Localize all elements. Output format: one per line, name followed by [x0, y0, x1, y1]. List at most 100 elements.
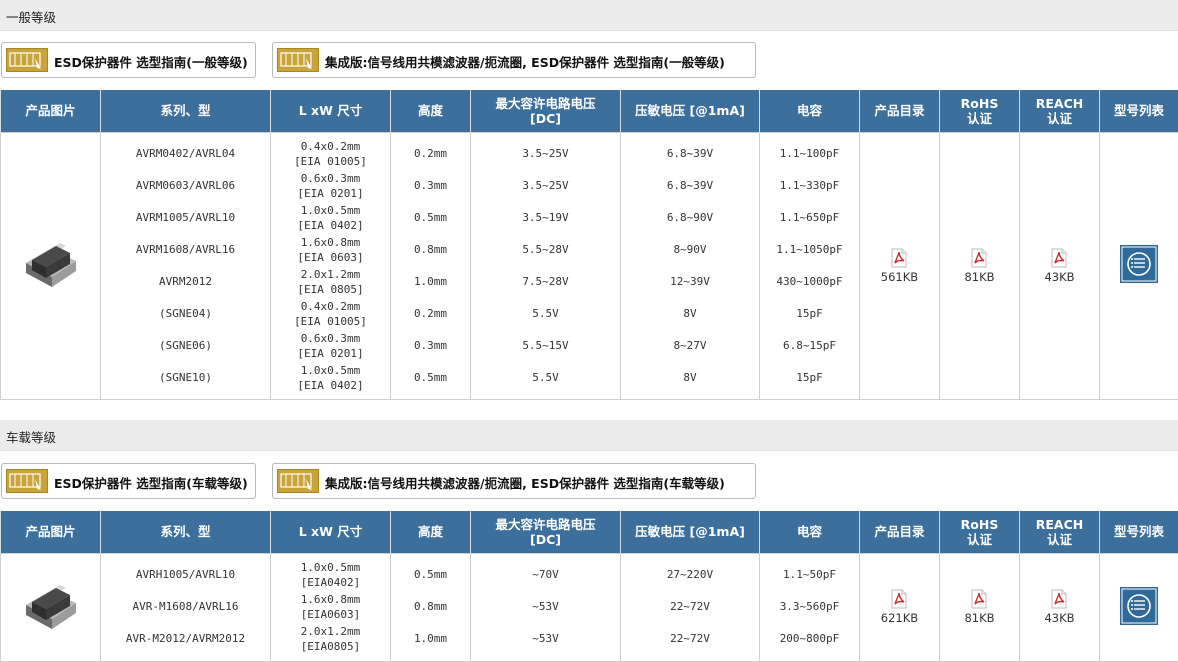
header-rohs: RoHS 认证 — [939, 511, 1020, 553]
varistor-value: 8V — [683, 370, 697, 384]
file-size: 43KB — [1044, 611, 1075, 625]
varistor-value: 6.8~90V — [666, 210, 714, 224]
pdf-icon — [891, 589, 907, 609]
size-value: 0.6x0.3mm [EIA 0201] — [297, 331, 364, 360]
catalog-pdf-link[interactable]: 561KB — [881, 248, 918, 284]
product-image-cell — [0, 552, 101, 662]
capacitance-value: 1.1~50pF — [783, 568, 836, 581]
size-value: 2.0x1.2mm [EIA0805] — [300, 625, 361, 653]
integrated-guide-button-general[interactable]: 集成版:信号线用共模滤波器/扼流圈, ESD保护器件 选型指南(一般等级) — [272, 42, 756, 78]
varistor-value: 6.8~39V — [666, 178, 714, 192]
voltage-value: ~53V — [532, 632, 559, 645]
file-size: 81KB — [964, 611, 995, 625]
series-value: AVR-M2012/AVRM2012 — [125, 632, 246, 645]
pdf-icon — [971, 589, 987, 609]
product-image-cell — [0, 131, 101, 400]
rohs-pdf-link[interactable]: 81KB — [964, 248, 995, 284]
pdf-icon — [1051, 248, 1067, 267]
series-value: AVRM1608/AVRL16 — [135, 242, 236, 256]
voltage-value: 5.5V — [532, 370, 559, 384]
varistor-value: 22~72V — [670, 600, 710, 613]
height-value: 0.8mm — [413, 600, 448, 613]
height-value: 0.2mm — [413, 146, 448, 160]
integrated-guide-button-automotive[interactable]: 集成版:信号线用共模滤波器/扼流圈, ESD保护器件 选型指南(车载等级) — [272, 463, 756, 499]
voltage-value: 3.5~25V — [522, 178, 569, 192]
height-value: 0.5mm — [413, 210, 448, 224]
size-value: 0.4x0.2mm [EIA 01005] — [294, 139, 367, 168]
catalog-pdf-link[interactable]: 621KB — [881, 589, 918, 625]
reach-pdf-link[interactable]: 43KB — [1044, 248, 1075, 284]
table-header-row: 产品图片 系列、型 L xW 尺寸 高度 最大容许电路电压 [DC] 压敏电压 … — [0, 90, 1178, 132]
capacitance-value: 15pF — [796, 306, 823, 320]
chip-varistor-image — [25, 584, 76, 629]
reach-pdf-link[interactable]: 43KB — [1044, 589, 1075, 625]
model-list-icon — [1120, 586, 1158, 625]
series-value: AVRM0402/AVRL04 — [135, 146, 236, 160]
height-value: 0.8mm — [413, 242, 448, 256]
series-value: AVRH1005/AVRL10 — [135, 568, 236, 581]
table-row: AVRH1005/AVRL10 AVR-M1608/AVRL16 AVR-M20… — [0, 552, 1178, 662]
varistor-value: 6.8~39V — [666, 146, 714, 160]
guide-book-icon — [6, 469, 48, 493]
capacitance-value: 15pF — [796, 370, 823, 384]
size-value: 1.0x0.5mm [EIA 0402] — [297, 363, 364, 392]
guide-label: ESD保护器件 选型指南(车载等级) — [54, 476, 248, 491]
pdf-icon — [891, 248, 907, 267]
model-list-button[interactable] — [1119, 244, 1159, 287]
guide-book-icon — [6, 48, 48, 72]
file-size: 81KB — [964, 269, 995, 284]
pdf-icon — [1051, 589, 1067, 609]
chip-varistor-image — [25, 243, 76, 287]
series-value: (SGNE06) — [159, 338, 212, 352]
header-max-voltage: 最大容许电路电压 [DC] — [470, 511, 621, 553]
capacitance-value: 1.1~1050pF — [776, 242, 843, 256]
esd-guide-button-automotive[interactable]: ESD保护器件 选型指南(车载等级) — [1, 463, 256, 499]
height-value: 0.5mm — [413, 568, 448, 581]
size-value: 1.0x0.5mm [EIA 0402] — [297, 203, 364, 232]
capacitance-value: 1.1~100pF — [779, 146, 840, 160]
voltage-value: 5.5V — [532, 306, 559, 320]
rohs-pdf-link[interactable]: 81KB — [964, 589, 995, 625]
header-size: L xW 尺寸 — [270, 511, 391, 553]
header-varistor-voltage: 压敏电压 [@1mA] — [620, 90, 760, 132]
pdf-icon — [971, 248, 987, 267]
size-value: 1.6x0.8mm [EIA 0603] — [297, 235, 364, 264]
header-rohs: RoHS 认证 — [939, 90, 1020, 132]
voltage-value: 3.5~25V — [522, 146, 569, 160]
header-capacitance: 电容 — [759, 511, 860, 553]
header-max-voltage: 最大容许电路电压 [DC] — [470, 90, 621, 132]
guide-label: 集成版:信号线用共模滤波器/扼流圈, ESD保护器件 选型指南(车载等级) — [325, 476, 725, 491]
header-reach: REACH 认证 — [1019, 90, 1100, 132]
section-title: 一般等级 — [6, 10, 57, 25]
header-image: 产品图片 — [0, 90, 101, 132]
guide-book-icon — [277, 469, 319, 493]
spec-table-automotive: 产品图片 系列、型 L xW 尺寸 高度 最大容许电路电压 [DC] 压敏电压 … — [0, 511, 1178, 662]
header-catalog: 产品目录 — [859, 90, 940, 132]
size-value: 1.0x0.5mm [EIA0402] — [300, 561, 361, 589]
series-value: AVRM0603/AVRL06 — [135, 178, 236, 192]
varistor-value: 8~90V — [673, 242, 707, 256]
header-model-list: 型号列表 — [1099, 511, 1178, 553]
height-value: 0.5mm — [413, 370, 448, 384]
series-value: AVR-M1608/AVRL16 — [132, 600, 239, 613]
size-value: 1.6x0.8mm [EIA0603] — [300, 593, 361, 621]
varistor-value: 8V — [683, 306, 697, 320]
voltage-value: 7.5~28V — [522, 274, 569, 288]
header-model-list: 型号列表 — [1099, 90, 1178, 132]
series-value: (SGNE10) — [159, 370, 212, 384]
section-bar-general: 一般等级 — [0, 0, 1178, 31]
header-capacitance: 电容 — [759, 90, 860, 132]
capacitance-value: 1.1~330pF — [779, 178, 840, 192]
esd-guide-button-general[interactable]: ESD保护器件 选型指南(一般等级) — [1, 42, 256, 78]
file-size: 621KB — [880, 611, 919, 625]
size-value: 2.0x1.2mm [EIA 0805] — [297, 267, 364, 296]
height-value: 0.3mm — [413, 338, 448, 352]
capacitance-value: 1.1~650pF — [779, 210, 840, 224]
voltage-value: ~53V — [532, 600, 559, 613]
capacitance-value: 430~1000pF — [776, 274, 843, 288]
voltage-value: 5.5~15V — [522, 338, 569, 352]
voltage-value: 3.5~19V — [522, 210, 569, 224]
model-list-button[interactable] — [1119, 586, 1159, 629]
size-value: 0.4x0.2mm [EIA 01005] — [294, 299, 367, 328]
header-varistor-voltage: 压敏电压 [@1mA] — [620, 511, 760, 553]
